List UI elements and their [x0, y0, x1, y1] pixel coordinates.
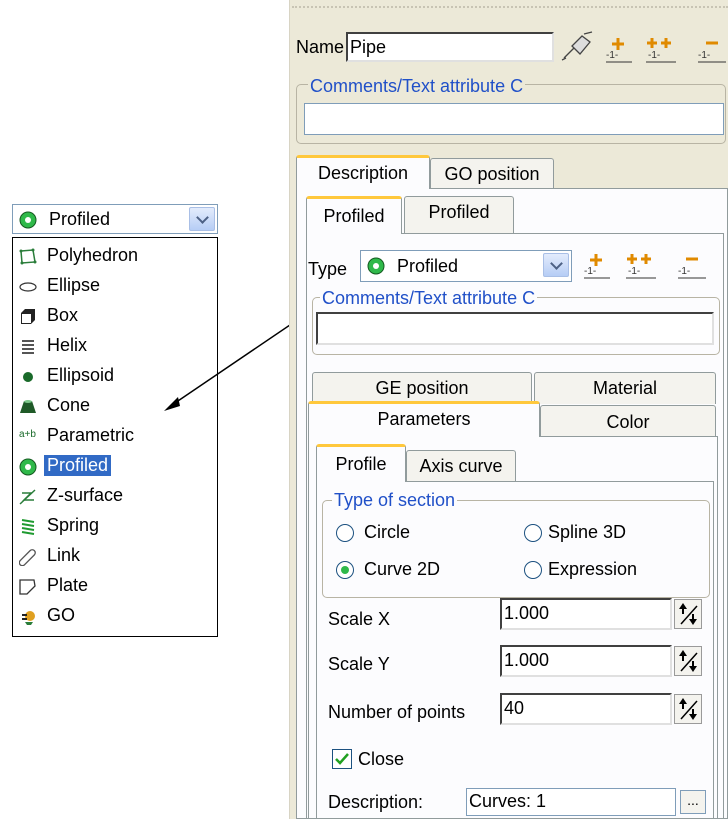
subtab-profiled-2[interactable]: Profiled	[404, 196, 514, 234]
svg-text:-1-: -1-	[628, 266, 640, 277]
svg-text:-1-: -1-	[678, 266, 690, 277]
tab-profile[interactable]: Profile	[316, 444, 406, 482]
scale-x-input[interactable]: 1.000	[500, 598, 672, 630]
close-checkbox[interactable]	[332, 749, 352, 769]
svg-text:-1-: -1-	[584, 266, 596, 277]
type-comments-input[interactable]	[316, 312, 714, 345]
description-label: Description:	[328, 792, 424, 812]
type-of-section-label: Type of section	[332, 490, 458, 511]
radio-expression-label: Expression	[548, 559, 638, 579]
name-label: Name	[296, 37, 345, 57]
scale-y-spin[interactable]	[674, 646, 702, 676]
comments-input[interactable]	[304, 103, 724, 135]
comments-label: Comments/Text attribute C	[308, 76, 526, 97]
chevron-down-icon[interactable]	[543, 253, 569, 277]
number-of-points-input[interactable]: 40	[500, 693, 672, 725]
svg-text:-1-: -1-	[648, 50, 660, 61]
add-icon[interactable]: -1-	[582, 250, 612, 285]
svg-text:-1-: -1-	[606, 50, 618, 61]
tab-description[interactable]: Description	[296, 155, 430, 189]
number-of-points-spin[interactable]	[674, 694, 702, 724]
pick-object-icon[interactable]	[560, 30, 596, 67]
number-of-points-label: Number of points	[328, 702, 466, 722]
profiled-icon	[367, 257, 385, 280]
add-multiple-icon[interactable]: -1-	[624, 250, 660, 285]
radio-spline-3d-label: Spline 3D	[548, 522, 627, 542]
scale-y-input[interactable]: 1.000	[500, 645, 672, 677]
type-of-section-group	[322, 500, 710, 598]
close-label: Close	[358, 749, 405, 769]
radio-curve-2d[interactable]	[336, 561, 354, 579]
tab-go-position[interactable]: GO position	[430, 158, 554, 189]
radio-circle[interactable]	[336, 524, 354, 542]
radio-expression[interactable]	[524, 561, 542, 579]
svg-text:-1-: -1-	[698, 50, 710, 61]
scale-x-label: Scale X	[328, 609, 391, 629]
tab-parameters[interactable]: Parameters	[308, 401, 540, 437]
remove-icon[interactable]: -1-	[696, 36, 728, 69]
tab-color[interactable]: Color	[540, 405, 716, 437]
tab-material[interactable]: Material	[534, 372, 716, 404]
description-input[interactable]: Curves: 1	[466, 788, 676, 816]
scale-x-spin[interactable]	[674, 599, 702, 629]
remove-icon[interactable]: -1-	[676, 250, 708, 285]
add-icon[interactable]: -1-	[604, 36, 634, 69]
type-label: Type	[308, 259, 348, 279]
type-select[interactable]: Profiled	[360, 250, 572, 282]
name-input[interactable]: Pipe	[346, 32, 554, 62]
scale-y-label: Scale Y	[328, 654, 390, 674]
subtab-profiled-1[interactable]: Profiled	[306, 196, 402, 234]
tab-axis-curve[interactable]: Axis curve	[406, 450, 516, 482]
radio-circle-label: Circle	[364, 522, 411, 542]
radio-curve-2d-label: Curve 2D	[364, 559, 441, 579]
ellipsis-button[interactable]: ...	[680, 790, 706, 814]
add-multiple-icon[interactable]: -1-	[644, 36, 680, 69]
panel-top-divider	[292, 6, 728, 8]
type-comments-label: Comments/Text attribute C	[320, 288, 538, 309]
radio-spline-3d[interactable]	[524, 524, 542, 542]
tab-ge-position[interactable]: GE position	[312, 372, 532, 404]
